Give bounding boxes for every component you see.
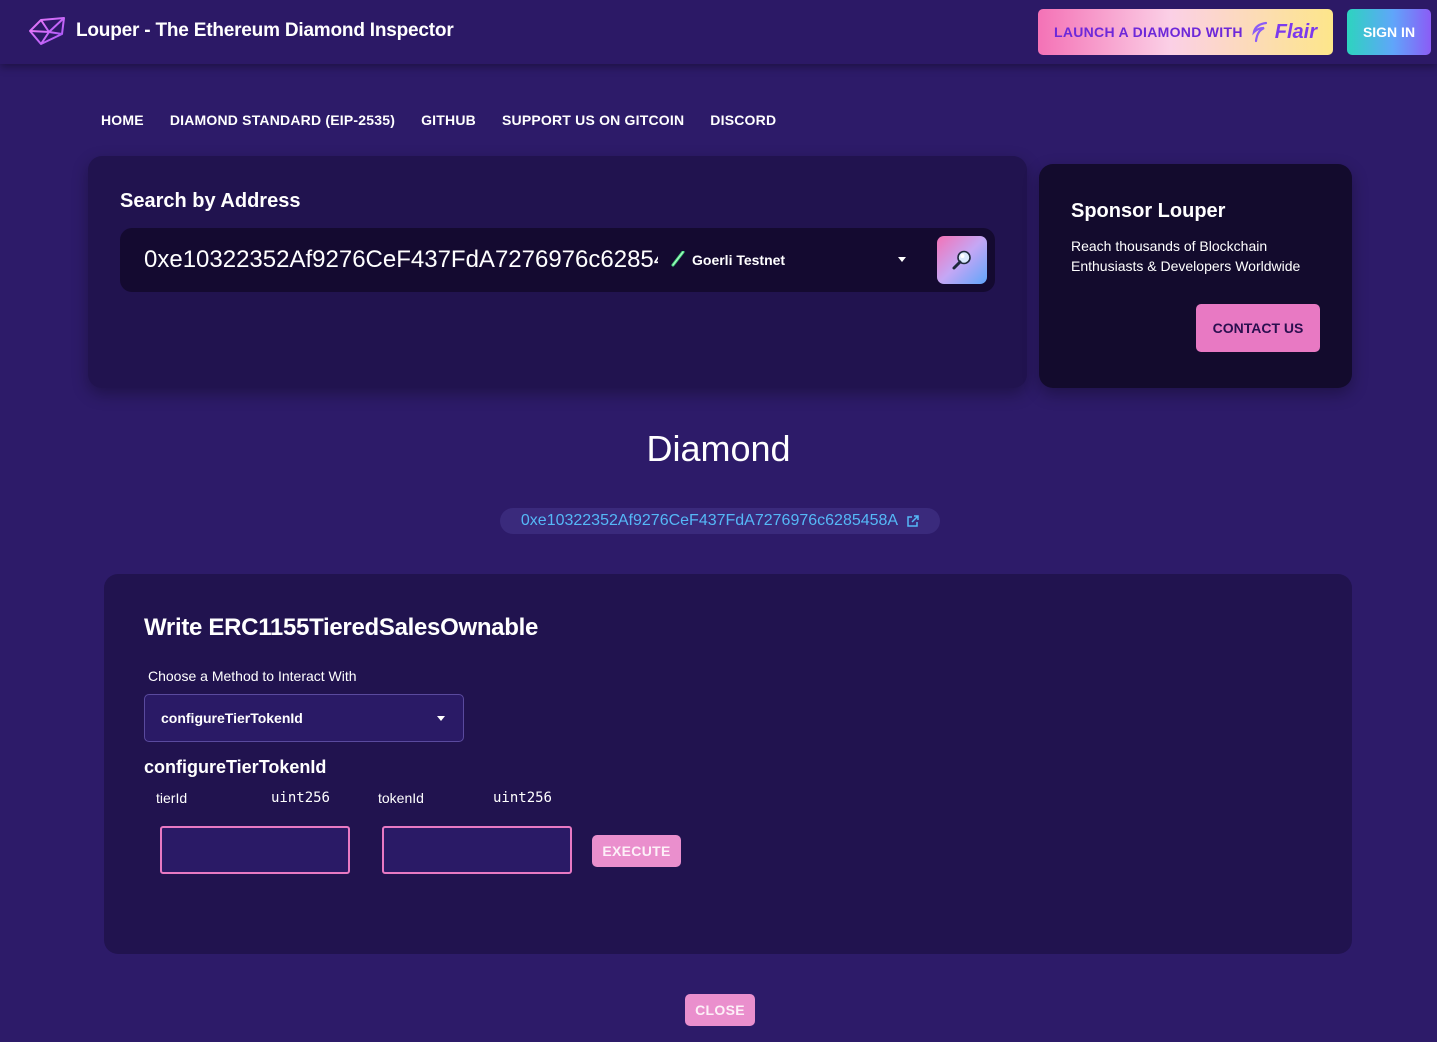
method-select[interactable]: configureTierTokenId: [144, 694, 464, 742]
param-name: tokenId: [378, 790, 424, 806]
tokenId-input[interactable]: [382, 826, 572, 874]
function-name: configureTierTokenId: [144, 757, 327, 777]
test-tube-icon: [671, 251, 685, 267]
nav-home[interactable]: HOME: [88, 104, 157, 136]
app-title: Louper - The Ethereum Diamond Inspector: [76, 20, 454, 41]
execute-button[interactable]: EXECUTE: [592, 835, 681, 867]
chevron-down-icon: [437, 716, 445, 721]
external-link-icon: [907, 514, 919, 527]
tierId-input[interactable]: [160, 826, 350, 874]
method-select-label: Choose a Method to Interact With: [148, 668, 357, 684]
search-title: Search by Address: [120, 190, 301, 212]
nav-github[interactable]: GITHUB: [408, 104, 489, 136]
param-type: uint256: [492, 790, 552, 806]
page-title: Diamond: [646, 428, 791, 469]
search-bar: Goerli Testnet: [120, 228, 995, 292]
sign-in-button[interactable]: SIGN IN: [1347, 9, 1431, 55]
address-search-input[interactable]: [144, 228, 658, 292]
contact-us-button[interactable]: CONTACT US: [1196, 304, 1320, 352]
main-nav: HOME DIAMOND STANDARD (EIP-2535) GITHUB …: [88, 104, 789, 136]
close-button[interactable]: CLOSE: [685, 994, 755, 1026]
flair-feather-icon: [1251, 21, 1267, 43]
network-label: Goerli Testnet: [692, 252, 786, 268]
chevron-down-icon: [898, 257, 906, 262]
launch-diamond-button[interactable]: LAUNCH A DIAMOND WITH Flair: [1038, 9, 1333, 55]
search-card: Search by Address Goerli Testnet: [88, 156, 1027, 388]
method-select-value: configureTierTokenId: [161, 710, 303, 726]
brand[interactable]: Louper - The Ethereum Diamond Inspector: [27, 14, 454, 48]
sponsor-text: Reach thousands of Blockchain Enthusiast…: [1071, 238, 1301, 274]
nav-discord[interactable]: DISCORD: [697, 104, 789, 136]
flair-brand: Flair: [1274, 20, 1318, 43]
sponsor-card: Sponsor Louper Reach thousands of Blockc…: [1039, 164, 1352, 388]
diamond-address: 0xe10322352Af9276CeF437FdA7276976c628545…: [520, 512, 899, 529]
nav-diamond-standard[interactable]: DIAMOND STANDARD (EIP-2535): [157, 104, 408, 136]
param-name: tierId: [156, 790, 188, 806]
launch-diamond-label: LAUNCH A DIAMOND WITH: [1053, 24, 1243, 40]
nav-gitcoin[interactable]: SUPPORT US ON GITCOIN: [489, 104, 697, 136]
write-facet-card: Write ERC1155TieredSalesOwnable Choose a…: [104, 574, 1352, 954]
sponsor-title: Sponsor Louper: [1071, 200, 1226, 222]
param-type: uint256: [270, 790, 330, 806]
write-facet-title: Write ERC1155TieredSalesOwnable: [144, 614, 539, 641]
top-bar: Louper - The Ethereum Diamond Inspector …: [0, 0, 1437, 64]
network-select[interactable]: Goerli Testnet: [670, 246, 906, 274]
search-button[interactable]: [937, 236, 987, 284]
magnifier-icon: [952, 250, 971, 270]
diamond-logo-icon: [29, 17, 65, 45]
diamond-address-link[interactable]: 0xe10322352Af9276CeF437FdA7276976c628545…: [500, 508, 940, 534]
